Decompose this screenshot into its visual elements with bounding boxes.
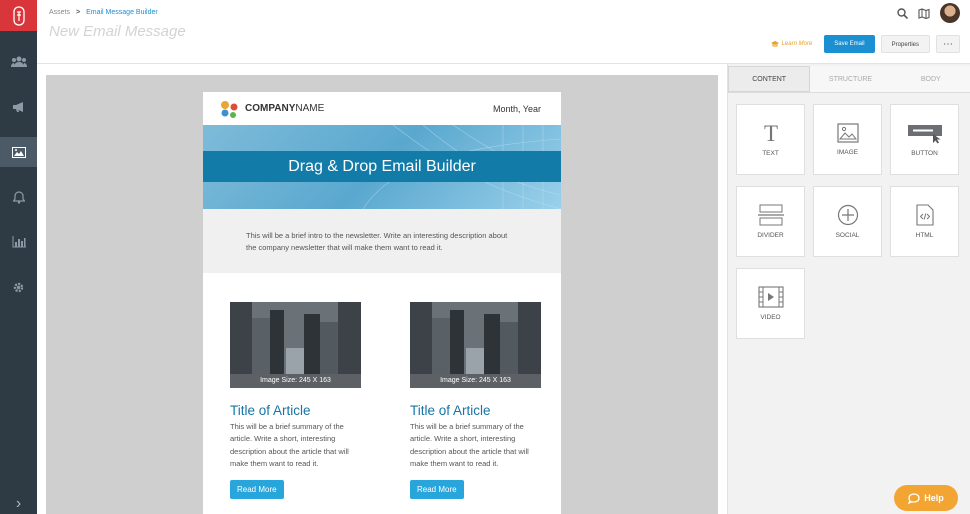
article-columns: Image Size: 245 X 163 Title of Article T… xyxy=(203,302,561,500)
article-card[interactable]: Image Size: 245 X 163 Title of Article T… xyxy=(410,302,541,500)
tab-body[interactable]: BODY xyxy=(891,66,970,92)
chart-icon xyxy=(12,236,26,248)
logo-icon xyxy=(12,5,25,26)
email-preview: COMPANYNAME Month, Year Drag & Drop Emai… xyxy=(203,92,561,514)
nav-campaigns[interactable] xyxy=(0,92,37,122)
svg-text:T: T xyxy=(763,122,777,144)
help-button[interactable]: Help xyxy=(894,485,958,511)
content-panel: CONTENT STRUCTURE BODY T TEXT IMAGE BUTT… xyxy=(727,64,970,514)
video-icon xyxy=(757,286,784,308)
read-more-button[interactable]: Read More xyxy=(410,480,464,500)
text-icon: T xyxy=(763,122,777,144)
contacts-icon xyxy=(10,56,27,67)
save-email-button[interactable]: Save Email xyxy=(824,35,875,53)
help-label: Help xyxy=(924,493,944,503)
article-title: Title of Article xyxy=(230,403,311,418)
breadcrumb: Assets > Email Message Builder xyxy=(49,9,158,16)
block-text[interactable]: T TEXT xyxy=(736,104,805,175)
tab-content[interactable]: CONTENT xyxy=(728,66,811,92)
tab-structure[interactable]: STRUCTURE xyxy=(810,66,890,92)
article-image[interactable]: Image Size: 245 X 163 xyxy=(410,302,541,388)
block-label: SOCIAL xyxy=(835,232,860,239)
learn-more-link[interactable]: Learn More xyxy=(770,41,813,47)
block-button[interactable]: BUTTON xyxy=(890,104,959,175)
image-icon xyxy=(836,123,859,143)
divider-icon xyxy=(757,204,784,226)
article-image[interactable]: Image Size: 245 X 163 xyxy=(230,302,361,388)
nav-contacts[interactable] xyxy=(0,47,37,77)
newsletter-date: Month, Year xyxy=(492,103,541,114)
user-avatar[interactable] xyxy=(940,3,960,23)
button-icon xyxy=(907,125,942,144)
block-social[interactable]: SOCIAL xyxy=(813,186,882,257)
search-icon[interactable] xyxy=(897,7,908,19)
block-divider[interactable]: DIVIDER xyxy=(736,186,805,257)
map-icon[interactable] xyxy=(918,7,930,19)
add-circle-icon xyxy=(837,204,858,226)
header-actions: Learn More Save Email Properties ⋯ xyxy=(770,35,960,53)
read-more-button[interactable]: Read More xyxy=(230,480,284,500)
email-banner[interactable]: Drag & Drop Email Builder xyxy=(203,125,561,209)
breadcrumb-assets[interactable]: Assets xyxy=(49,9,70,16)
article-title: Title of Article xyxy=(410,403,491,418)
block-image[interactable]: IMAGE xyxy=(813,104,882,175)
nav-reports[interactable] xyxy=(0,227,37,257)
intro-block[interactable]: This will be a brief intro to the newsle… xyxy=(203,209,561,273)
company-name: COMPANYNAME xyxy=(245,103,325,114)
breadcrumb-current[interactable]: Email Message Builder xyxy=(86,9,158,16)
email-builder-app: › Assets > Email Message Builder New Ema… xyxy=(0,0,970,514)
article-card[interactable]: Image Size: 245 X 163 Title of Article T… xyxy=(230,302,361,500)
block-label: IMAGE xyxy=(837,149,858,156)
banner-title: Drag & Drop Email Builder xyxy=(203,151,561,182)
block-label: VIDEO xyxy=(760,314,781,321)
graduation-cap-icon xyxy=(770,41,779,47)
intro-text: This will be a brief intro to the newsle… xyxy=(246,231,508,252)
block-label: BUTTON xyxy=(911,150,938,157)
nav-assets[interactable] xyxy=(0,137,37,167)
block-html[interactable]: HTML xyxy=(890,186,959,257)
app-logo[interactable] xyxy=(0,0,37,31)
page-title[interactable]: New Email Message xyxy=(49,23,186,40)
company-logo: COMPANYNAME xyxy=(220,100,324,118)
block-video[interactable]: VIDEO xyxy=(736,268,805,339)
bell-icon xyxy=(12,190,25,204)
company-logo-icon xyxy=(221,100,238,118)
gear-icon xyxy=(13,282,24,292)
header-utilities xyxy=(897,3,960,23)
block-label: HTML xyxy=(915,232,934,239)
block-label: DIVIDER xyxy=(757,232,784,239)
properties-button[interactable]: Properties xyxy=(880,35,930,53)
block-label: TEXT xyxy=(762,150,779,157)
image-size-caption: Image Size: 245 X 163 xyxy=(260,377,331,384)
more-options-button[interactable]: ⋯ xyxy=(936,35,960,53)
image-size-caption: Image Size: 245 X 163 xyxy=(440,377,511,384)
page-header: Assets > Email Message Builder New Email… xyxy=(37,0,970,64)
article-summary: This will be a brief summary of the arti… xyxy=(230,422,349,468)
breadcrumb-separator: > xyxy=(76,9,81,16)
panel-tabs: CONTENT STRUCTURE BODY xyxy=(728,66,970,93)
email-header-row[interactable]: COMPANYNAME Month, Year xyxy=(203,92,561,125)
left-nav-rail: › xyxy=(0,0,37,514)
article-summary: This will be a brief summary of the arti… xyxy=(410,422,529,468)
code-file-icon xyxy=(915,204,934,226)
nav-settings[interactable] xyxy=(0,272,37,302)
editor-canvas: COMPANYNAME Month, Year Drag & Drop Emai… xyxy=(46,75,718,514)
learn-more-label: Learn More xyxy=(781,41,813,47)
megaphone-icon xyxy=(12,102,23,112)
chat-bubble-icon xyxy=(908,492,920,504)
nav-notifications[interactable] xyxy=(0,182,37,212)
expand-nav-button[interactable]: › xyxy=(0,489,37,514)
image-icon xyxy=(11,146,26,158)
